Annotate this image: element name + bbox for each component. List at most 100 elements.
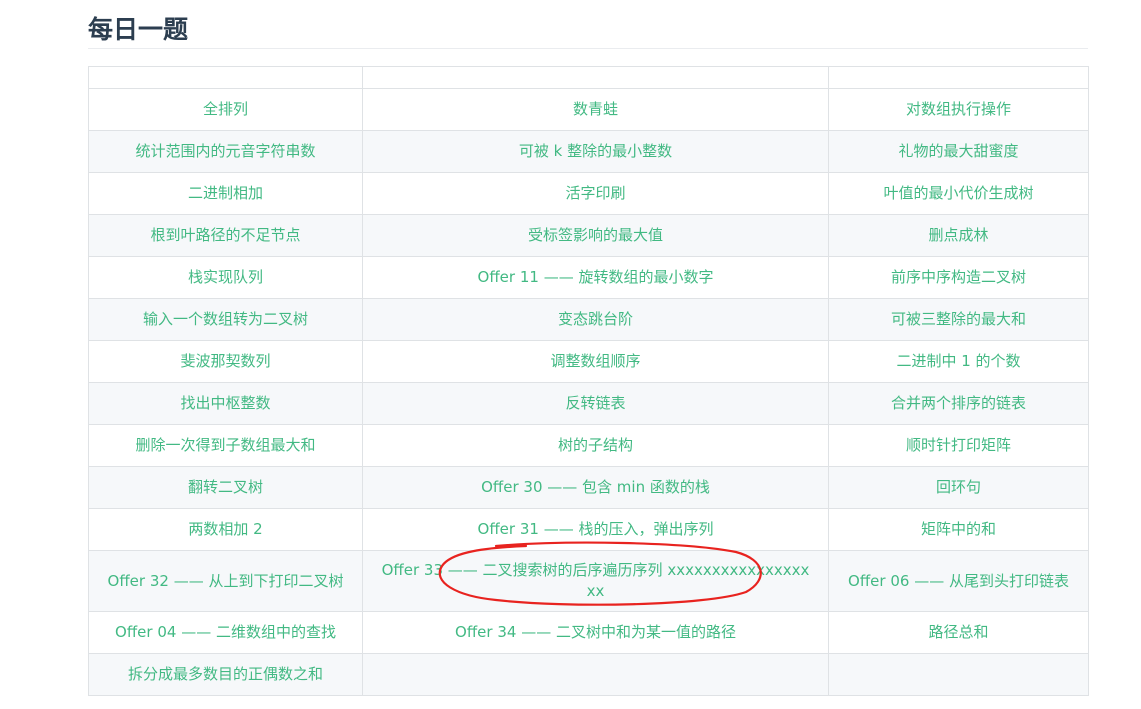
table-cell: 树的子结构: [362, 424, 829, 467]
problem-link[interactable]: 变态跳台阶: [558, 310, 633, 328]
problem-link[interactable]: Offer 34 —— 二叉树中和为某一值的路径: [455, 623, 736, 641]
table-header-cell: [88, 66, 363, 89]
table-row: 统计范围内的元音字符串数 可被 k 整除的最小整数 礼物的最大甜蜜度: [88, 130, 1089, 173]
problem-link[interactable]: 可被三整除的最大和: [891, 310, 1026, 328]
table-cell: 二进制中 1 的个数: [828, 340, 1089, 383]
table-cell: 回环句: [828, 466, 1089, 509]
table-cell: Offer 32 —— 从上到下打印二叉树: [88, 550, 363, 612]
problem-link[interactable]: 统计范围内的元音字符串数: [135, 142, 315, 160]
table-cell: 删除一次得到子数组最大和: [88, 424, 363, 467]
table-cell: Offer 31 —— 栈的压入，弹出序列: [362, 508, 829, 551]
table-row: 栈实现队列 Offer 11 —— 旋转数组的最小数字 前序中序构造二叉树: [88, 256, 1089, 299]
problem-link[interactable]: 根到叶路径的不足节点: [150, 226, 300, 244]
table-row: 斐波那契数列 调整数组顺序 二进制中 1 的个数: [88, 340, 1089, 383]
table-cell: Offer 06 —— 从尾到头打印链表: [828, 550, 1089, 612]
table-cell: 顺时针打印矩阵: [828, 424, 1089, 467]
problem-link[interactable]: 可被 k 整除的最小整数: [519, 142, 672, 160]
table-row: 翻转二叉树 Offer 30 —— 包含 min 函数的栈 回环句: [88, 466, 1089, 509]
table-cell: [828, 653, 1089, 696]
table-cell: 调整数组顺序: [362, 340, 829, 383]
problem-link[interactable]: 二进制相加: [188, 184, 263, 202]
table-header-cell: [362, 66, 829, 89]
table-row: 根到叶路径的不足节点 受标签影响的最大值 删点成林: [88, 214, 1089, 257]
problem-link[interactable]: 受标签影响的最大值: [528, 226, 663, 244]
table-cell: 前序中序构造二叉树: [828, 256, 1089, 299]
table-cell: 统计范围内的元音字符串数: [88, 130, 363, 173]
problem-link[interactable]: Offer 04 —— 二维数组中的查找: [115, 623, 336, 641]
table-cell: 删点成林: [828, 214, 1089, 257]
problem-link[interactable]: 反转链表: [565, 394, 625, 412]
table-cell: [362, 653, 829, 696]
table-cell: 受标签影响的最大值: [362, 214, 829, 257]
problem-link[interactable]: 回环句: [936, 478, 981, 496]
table-cell: 二进制相加: [88, 172, 363, 215]
problem-link[interactable]: 栈实现队列: [188, 268, 263, 286]
problem-link[interactable]: 删除一次得到子数组最大和: [135, 436, 315, 454]
table-cell: 对数组执行操作: [828, 88, 1089, 131]
table-cell: 输入一个数组转为二叉树: [88, 298, 363, 341]
problem-link[interactable]: 全排列: [203, 100, 248, 118]
problem-link[interactable]: 输入一个数组转为二叉树: [143, 310, 308, 328]
table-cell: Offer 30 —— 包含 min 函数的栈: [362, 466, 829, 509]
table-cell: 两数相加 2: [88, 508, 363, 551]
table-cell: Offer 34 —— 二叉树中和为某一值的路径: [362, 611, 829, 654]
table-cell: 全排列: [88, 88, 363, 131]
table-row: 输入一个数组转为二叉树 变态跳台阶 可被三整除的最大和: [88, 298, 1089, 341]
table-cell: 可被三整除的最大和: [828, 298, 1089, 341]
problem-link[interactable]: Offer 11 —— 旋转数组的最小数字: [478, 268, 714, 286]
table-cell: 叶值的最小代价生成树: [828, 172, 1089, 215]
problem-table-body: 全排列 数青蛙 对数组执行操作统计范围内的元音字符串数 可被 k 整除的最小整数 礼物的…: [88, 66, 1089, 696]
table-row: Offer 04 —— 二维数组中的查找 Offer 34 —— 二叉树中和为某一…: [88, 611, 1089, 654]
problem-link[interactable]: 两数相加 2: [188, 520, 262, 538]
table-header-cell: [828, 66, 1089, 89]
table-cell: 拆分成最多数目的正偶数之和: [88, 653, 363, 696]
problem-link[interactable]: Offer 06 —— 从尾到头打印链表: [848, 572, 1069, 590]
page: 每日一题 全排列 数青蛙 对数组执行操作统计范围内的元音字符串数 可被 k 整除的最小…: [0, 0, 1141, 709]
problem-link[interactable]: 拆分成最多数目的正偶数之和: [128, 665, 323, 683]
problem-table: 全排列 数青蛙 对数组执行操作统计范围内的元音字符串数 可被 k 整除的最小整数 礼物的…: [88, 66, 1089, 696]
table-cell: 活字印刷: [362, 172, 829, 215]
table-cell: Offer 11 —— 旋转数组的最小数字: [362, 256, 829, 299]
problem-link[interactable]: 叶值的最小代价生成树: [883, 184, 1033, 202]
table-row: 拆分成最多数目的正偶数之和: [88, 653, 1089, 696]
table-cell: 路径总和: [828, 611, 1089, 654]
page-title: 每日一题: [88, 15, 189, 44]
problem-link[interactable]: Offer 31 —— 栈的压入，弹出序列: [478, 520, 714, 538]
table-cell: 根到叶路径的不足节点: [88, 214, 363, 257]
table-cell: Offer 04 —— 二维数组中的查找: [88, 611, 363, 654]
problem-link[interactable]: 礼物的最大甜蜜度: [898, 142, 1018, 160]
problem-link[interactable]: 前序中序构造二叉树: [891, 268, 1026, 286]
problem-link[interactable]: 合并两个排序的链表: [891, 394, 1026, 412]
problem-link[interactable]: Offer 33 —— 二叉搜索树的后序遍历序列 xxxxxxxxxxxxxxx…: [382, 561, 810, 600]
table-cell: 数青蛙: [362, 88, 829, 131]
problem-link[interactable]: 顺时针打印矩阵: [906, 436, 1011, 454]
table-row: 删除一次得到子数组最大和 树的子结构 顺时针打印矩阵: [88, 424, 1089, 467]
problem-link[interactable]: 树的子结构: [558, 436, 633, 454]
problem-link[interactable]: 矩阵中的和: [921, 520, 996, 538]
problem-link[interactable]: 翻转二叉树: [188, 478, 263, 496]
table-cell: 斐波那契数列: [88, 340, 363, 383]
problem-link[interactable]: 对数组执行操作: [906, 100, 1011, 118]
table-cell: 反转链表: [362, 382, 829, 425]
table-row: 两数相加 2 Offer 31 —— 栈的压入，弹出序列 矩阵中的和: [88, 508, 1089, 551]
table-cell: 礼物的最大甜蜜度: [828, 130, 1089, 173]
title-divider: [88, 48, 1088, 49]
problem-link[interactable]: 斐波那契数列: [180, 352, 270, 370]
table-cell: 合并两个排序的链表: [828, 382, 1089, 425]
table-cell: 变态跳台阶: [362, 298, 829, 341]
problem-link[interactable]: Offer 30 —— 包含 min 函数的栈: [481, 478, 710, 496]
problem-link[interactable]: Offer 32 —— 从上到下打印二叉树: [108, 572, 344, 590]
problem-link[interactable]: 找出中枢整数: [180, 394, 270, 412]
table-cell: 矩阵中的和: [828, 508, 1089, 551]
table-cell: 找出中枢整数: [88, 382, 363, 425]
table-cell: 可被 k 整除的最小整数: [362, 130, 829, 173]
table-cell: 翻转二叉树: [88, 466, 363, 509]
problem-link[interactable]: 活字印刷: [565, 184, 625, 202]
problem-link[interactable]: 调整数组顺序: [550, 352, 640, 370]
problem-link[interactable]: 数青蛙: [573, 100, 618, 118]
table-row: Offer 32 —— 从上到下打印二叉树 Offer 33 —— 二叉搜索树的后…: [88, 550, 1089, 612]
problem-link[interactable]: 删点成林: [928, 226, 988, 244]
problem-link[interactable]: 路径总和: [928, 623, 988, 641]
table-row: 找出中枢整数 反转链表 合并两个排序的链表: [88, 382, 1089, 425]
problem-link[interactable]: 二进制中 1 的个数: [896, 352, 1020, 370]
